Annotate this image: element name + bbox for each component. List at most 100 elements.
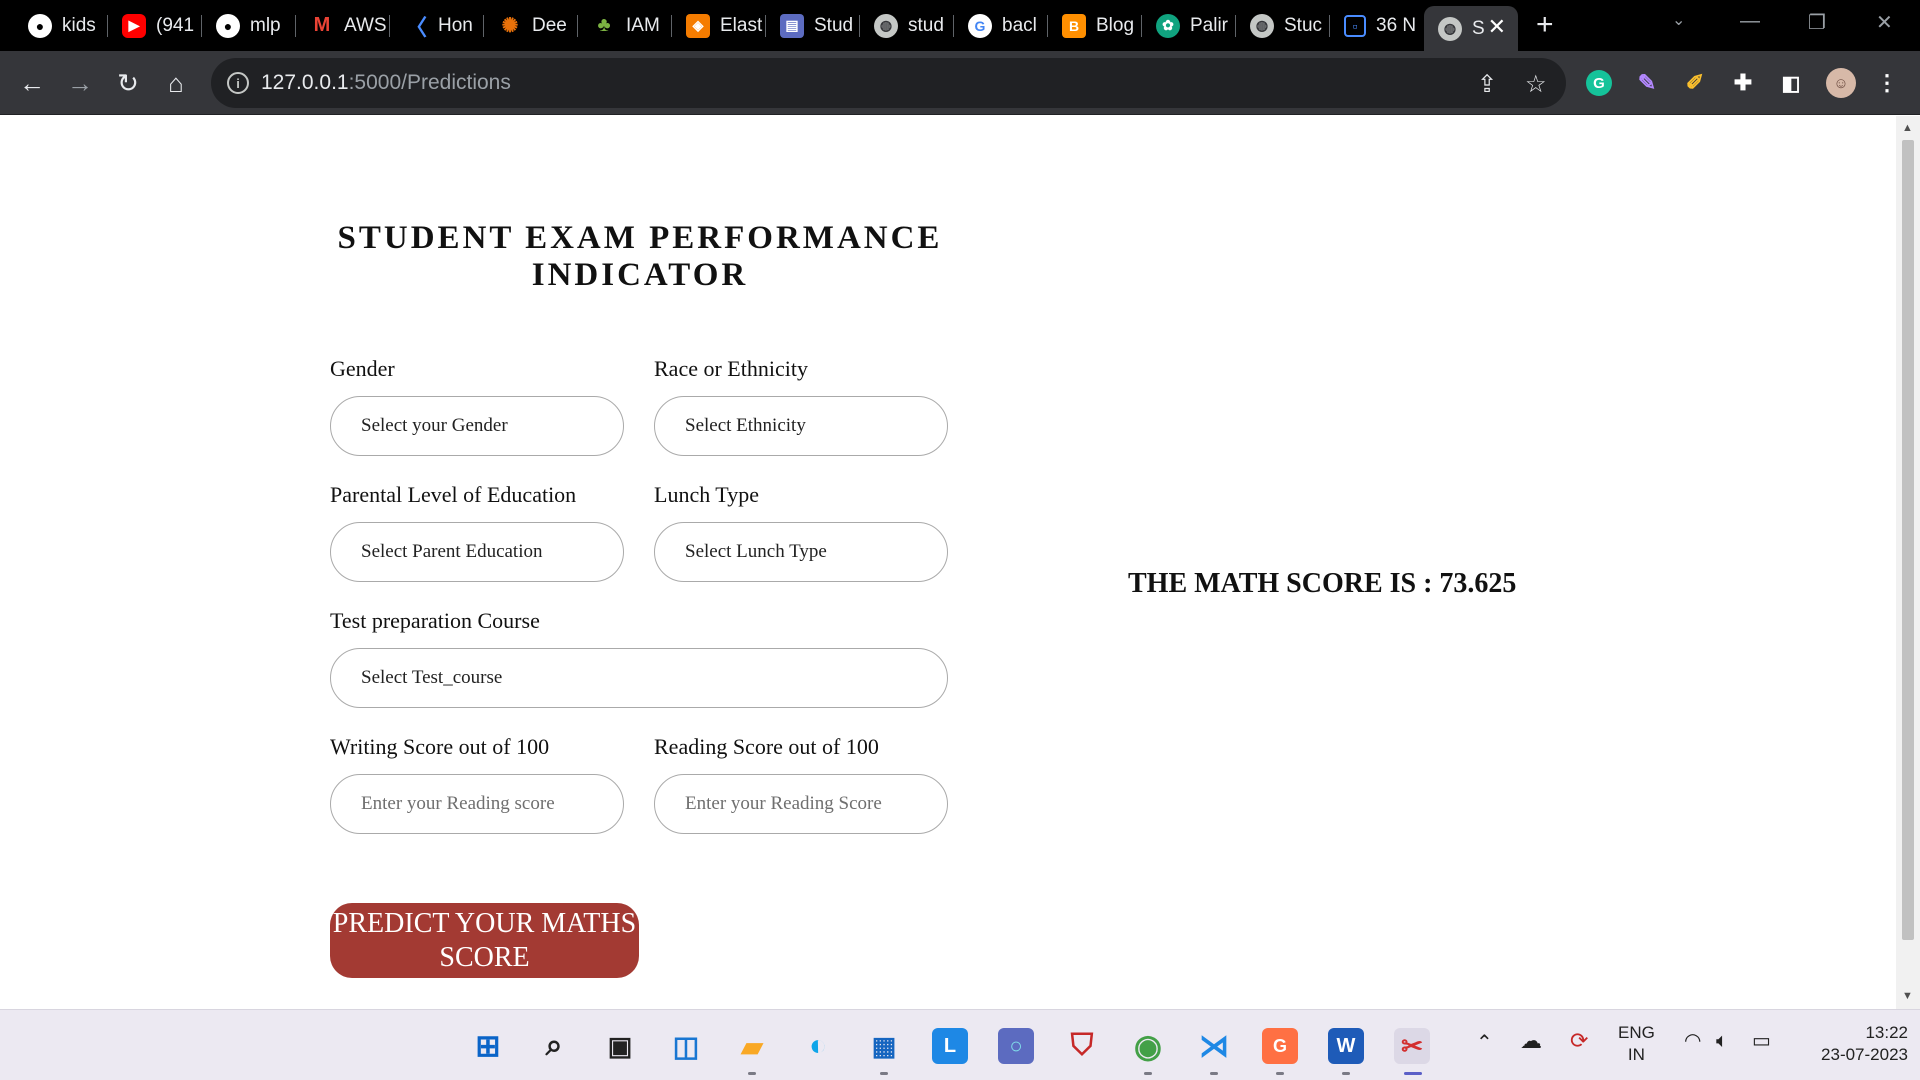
cortana-icon[interactable]: ○ — [998, 1028, 1034, 1064]
chrome-icon[interactable]: ◉ — [1130, 1028, 1166, 1064]
openai-icon: ✿ — [1156, 13, 1180, 38]
store-icon: ▤ — [780, 13, 804, 38]
reload-icon[interactable]: ↻ — [110, 65, 146, 101]
home-icon[interactable]: ⌂ — [158, 65, 194, 101]
volume-icon[interactable]: 🔈︎ — [1716, 1030, 1728, 1052]
mcafee-icon[interactable]: ⛉ — [1064, 1028, 1100, 1064]
ethnicity-select[interactable]: Select Ethnicity — [654, 396, 948, 456]
deeplearning-icon: ✺ — [501, 15, 519, 37]
tab-home[interactable]: 〈 Hon — [390, 6, 484, 45]
task-view-icon[interactable]: ▣ — [602, 1028, 638, 1064]
word-icon[interactable]: W — [1328, 1028, 1364, 1064]
site-info-icon[interactable]: i — [227, 72, 249, 94]
tab-label: Elast — [720, 14, 763, 36]
tab-label: (941 — [156, 14, 195, 36]
wifi-icon[interactable]: ◠ — [1684, 1030, 1701, 1052]
snipping-tool-icon[interactable]: ✂ — [1394, 1028, 1430, 1064]
predict-button[interactable]: PREDICT YOUR MATHS SCORE — [330, 903, 639, 978]
time-text: 13:22 — [1865, 1023, 1908, 1042]
file-explorer-icon[interactable]: ▰ — [734, 1028, 770, 1064]
tab-youtube[interactable]: ▶ (941 — [108, 6, 202, 45]
forward-icon[interactable]: → — [62, 65, 98, 101]
writing-score-input[interactable]: Enter your Reading score — [330, 774, 624, 834]
sync-icon[interactable]: ⟳ — [1570, 1030, 1588, 1052]
tab-stuc[interactable]: ◍ Stuc — [1236, 6, 1330, 45]
tab-elastic[interactable]: ◈ Elast — [672, 6, 766, 45]
tab-label: kids — [62, 14, 96, 36]
language-indicator[interactable]: ENG IN — [1618, 1022, 1655, 1066]
side-panel-icon[interactable]: ◧ — [1778, 70, 1804, 96]
clock[interactable]: 13:22 23-07-2023 — [1804, 1022, 1908, 1066]
windows-taskbar: ⊞ ⌕ ▣ ◫ ▰ ◐ ▦ L ○ ⛉ ◉ ⋊ G W ✂ ⌃ ☁ ⟳ ENG … — [0, 1009, 1920, 1080]
edge-icon[interactable]: ◐ — [800, 1028, 836, 1064]
feather-icon[interactable]: ✎ — [1634, 70, 1660, 96]
new-tab-icon[interactable]: + — [1536, 8, 1554, 42]
tab-search-icon[interactable]: ⌄ — [1672, 10, 1685, 30]
test-prep-select[interactable]: Select Test_course — [330, 648, 948, 708]
brush-icon[interactable]: ✐ — [1682, 70, 1708, 96]
github-icon: ● — [28, 13, 52, 38]
tab-back[interactable]: G bacl — [954, 6, 1048, 45]
parent-education-label: Parental Level of Education — [330, 482, 577, 507]
tab-label: Palir — [1190, 14, 1229, 36]
tab-36[interactable]: ▫ 36 N — [1330, 6, 1424, 45]
reading-score-label: Reading Score out of 100 — [654, 734, 879, 759]
reading-score-input[interactable]: Enter your Reading Score — [654, 774, 948, 834]
gender-label: Gender — [330, 356, 395, 381]
widgets-icon[interactable]: ◫ — [668, 1028, 704, 1064]
ethnicity-label: Race or Ethnicity — [654, 356, 808, 381]
lang-text: ENG — [1618, 1023, 1655, 1042]
blogger-icon: B — [1062, 13, 1086, 38]
tab-palindrome[interactable]: ✿ Palir — [1142, 6, 1236, 45]
bookmark-star-icon[interactable]: ☆ — [1525, 70, 1547, 99]
l-app-icon[interactable]: L — [932, 1028, 968, 1064]
region-text: IN — [1627, 1045, 1645, 1064]
vscode-icon[interactable]: ⋊ — [1196, 1028, 1232, 1064]
scroll-up-icon[interactable]: ▲ — [1902, 122, 1913, 134]
google-icon: G — [968, 13, 992, 38]
tab-label: bacl — [1002, 14, 1037, 36]
tab-stud-store[interactable]: ▤ Stud — [766, 6, 860, 45]
parent-education-select[interactable]: Select Parent Education — [330, 522, 624, 582]
extensions-icon[interactable]: ✚ — [1730, 70, 1756, 96]
back-icon[interactable]: ← — [14, 65, 50, 101]
tab-stud[interactable]: ◍ stud — [860, 6, 954, 45]
leaf-icon: ♣ — [597, 14, 611, 36]
tab-label: 36 N — [1376, 14, 1417, 36]
share-icon[interactable]: ⇪ — [1477, 70, 1497, 99]
page-title: STUDENT EXAM PERFORMANCE INDICATOR — [337, 220, 943, 293]
scrollbar-thumb[interactable] — [1902, 140, 1914, 940]
tab-label: S — [1472, 17, 1485, 39]
avatar[interactable]: ☺ — [1826, 68, 1856, 98]
address-bar[interactable]: i 127.0.0.1:5000/Predictions ⇪ ☆ — [211, 58, 1566, 108]
tab-mlp[interactable]: ● mlp — [202, 6, 296, 45]
tab-iam[interactable]: ♣ IAM — [578, 6, 672, 45]
menu-kebab-icon[interactable]: ⋮ — [1874, 70, 1900, 96]
tab-deep[interactable]: ✺ Dee — [484, 6, 578, 45]
close-window-icon[interactable]: ✕ — [1876, 10, 1893, 35]
battery-icon[interactable]: ▭ — [1752, 1030, 1771, 1052]
tab-label: Hon — [438, 14, 473, 36]
pdf-app-icon[interactable]: G — [1262, 1028, 1298, 1064]
tab-label: Blog — [1096, 14, 1135, 36]
close-tab-icon[interactable]: ✕ — [1488, 14, 1506, 40]
onedrive-icon[interactable]: ☁ — [1520, 1030, 1542, 1052]
chevron-up-icon[interactable]: ⌃ — [1476, 1032, 1493, 1054]
lunch-type-select[interactable]: Select Lunch Type — [654, 522, 948, 582]
store-icon[interactable]: ▦ — [866, 1028, 902, 1064]
tab-aws[interactable]: M AWS — [296, 6, 390, 45]
scroll-down-icon[interactable]: ▼ — [1902, 990, 1913, 1002]
tab-active-student[interactable]: ◍ S ✕ — [1424, 6, 1518, 51]
grammarly-icon[interactable]: G — [1586, 70, 1612, 96]
tab-blog[interactable]: B Blog — [1048, 6, 1142, 45]
tab-kids[interactable]: ● kids — [14, 6, 108, 45]
minimize-icon[interactable]: — — [1740, 10, 1760, 33]
tab-label: Dee — [532, 14, 567, 36]
gender-select[interactable]: Select your Gender — [330, 396, 624, 456]
page-scrollbar[interactable]: ▲ ▼ — [1896, 116, 1920, 1009]
math-score-result: THE MATH SCORE IS : 73.625 — [1128, 568, 1517, 599]
search-icon[interactable]: ⌕ — [536, 1028, 572, 1064]
elastic-icon: ◈ — [686, 13, 710, 38]
restore-icon[interactable]: ❐ — [1808, 10, 1826, 35]
windows-start-icon[interactable]: ⊞ — [470, 1028, 506, 1064]
